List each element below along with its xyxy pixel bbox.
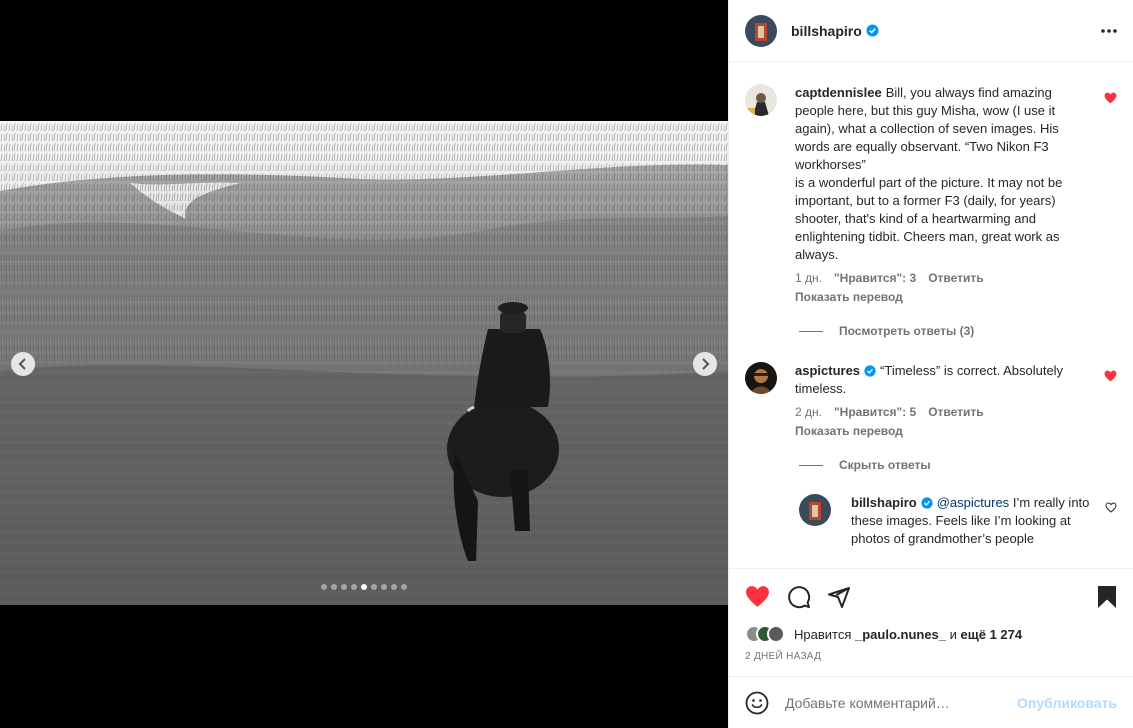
view-replies-label: Посмотреть ответы (3)	[839, 324, 975, 338]
carousel-dot	[391, 584, 397, 590]
comment-body-continued: is a wonderful part of the picture. It m…	[795, 175, 1063, 262]
avatar[interactable]	[745, 362, 777, 394]
reply-button[interactable]: Ответить	[928, 271, 983, 285]
emoji-icon[interactable]	[745, 691, 769, 715]
hide-replies-label: Скрыть ответы	[839, 458, 931, 472]
carousel-next-button[interactable]	[693, 352, 717, 376]
carousel-dot	[321, 584, 327, 590]
avatar[interactable]	[745, 14, 777, 47]
post-header: billshapiro	[729, 0, 1133, 62]
replies-divider	[799, 464, 823, 466]
carousel-dot	[331, 584, 337, 590]
carousel-dot	[381, 584, 387, 590]
likes-text[interactable]: Нравится _paulo.nunes_ и ещё 1 274	[794, 627, 1022, 642]
mention-link[interactable]: @aspictures	[937, 495, 1009, 510]
comment-likes[interactable]: "Нравится": 5	[834, 405, 916, 419]
chevron-right-icon	[702, 358, 710, 370]
verified-badge-icon	[864, 365, 876, 377]
post-side-panel: billshapiro captdennislee Bill, you alway…	[728, 0, 1133, 728]
comment-time: 1 дн.	[795, 271, 822, 285]
carousel-dot	[341, 584, 347, 590]
likes-prefix: Нравится	[794, 626, 852, 642]
view-replies-button[interactable]: Посмотреть ответы (3)	[799, 324, 974, 338]
liker-avatar[interactable]	[767, 625, 785, 643]
show-translation-button[interactable]: Показать перевод	[795, 424, 1091, 438]
comment-username[interactable]: billshapiro	[851, 495, 917, 510]
reply-item: billshapiro @aspictures I’m really into t…	[799, 494, 1117, 548]
likes-count[interactable]: ещё 1 274	[961, 627, 1023, 642]
hide-replies-button[interactable]: Скрыть ответы	[799, 458, 931, 472]
more-options-icon[interactable]	[1101, 28, 1117, 33]
carousel-indicator	[321, 584, 407, 590]
likes-username[interactable]: _paulo.nunes_	[855, 627, 946, 642]
comment-input[interactable]	[785, 694, 1015, 711]
comment-username[interactable]: aspictures	[795, 363, 860, 378]
comment-likes[interactable]: "Нравится": 3	[834, 271, 916, 285]
chevron-left-icon	[18, 358, 26, 370]
share-icon[interactable]	[827, 585, 851, 609]
carousel-dot	[351, 584, 357, 590]
carousel-dot	[401, 584, 407, 590]
comment-text: aspictures “Timeless” is correct. Absolut…	[795, 362, 1091, 398]
avatar[interactable]	[799, 494, 831, 526]
post-viewer: billshapiro captdennislee Bill, you alway…	[0, 0, 1133, 728]
avatar[interactable]	[745, 84, 777, 116]
comment-time: 2 дн.	[795, 405, 822, 419]
comments-list[interactable]: captdennislee Bill, you always find amazi…	[729, 62, 1133, 568]
comment-meta: 1 дн. "Нравится": 3 Ответить	[795, 271, 1091, 285]
post-photo[interactable]	[0, 121, 728, 605]
comment-like-heart-icon[interactable]	[1105, 502, 1117, 513]
likes-conjunction: и	[949, 626, 957, 642]
comment-meta: 2 дн. "Нравится": 5 Ответить	[795, 405, 1091, 419]
verified-badge-icon	[921, 497, 933, 509]
show-translation-button[interactable]: Показать перевод	[795, 290, 1091, 304]
comment-like-heart-icon[interactable]	[1104, 92, 1117, 104]
comment-item: aspictures “Timeless” is correct. Absolut…	[745, 362, 1117, 438]
post-actions-bar	[729, 568, 1133, 623]
media-area	[0, 0, 728, 728]
carousel-prev-button[interactable]	[11, 352, 35, 376]
likes-summary: Нравится _paulo.nunes_ и ещё 1 274	[745, 625, 1022, 643]
comment-text: captdennislee Bill, you always find amazi…	[795, 84, 1091, 264]
post-author-name[interactable]: billshapiro	[791, 23, 862, 39]
carousel-dot-active	[361, 584, 367, 590]
comment-like-heart-icon[interactable]	[1104, 370, 1117, 382]
comment-icon[interactable]	[787, 585, 811, 609]
replies-divider	[799, 330, 823, 332]
publish-button[interactable]: Опубликовать	[1017, 695, 1117, 711]
add-comment-bar: Опубликовать	[729, 676, 1133, 728]
carousel-dot	[371, 584, 377, 590]
post-date[interactable]: 2 ДНЕЙ НАЗАД	[745, 651, 821, 662]
save-bookmark-icon[interactable]	[1097, 585, 1117, 609]
comment-item: captdennislee Bill, you always find amazi…	[745, 84, 1117, 304]
comment-text: billshapiro @aspictures I’m really into t…	[851, 494, 1091, 548]
verified-badge-icon	[866, 24, 879, 37]
reply-button[interactable]: Ответить	[928, 405, 983, 419]
like-heart-icon[interactable]	[745, 585, 770, 608]
comment-username[interactable]: captdennislee	[795, 85, 882, 100]
